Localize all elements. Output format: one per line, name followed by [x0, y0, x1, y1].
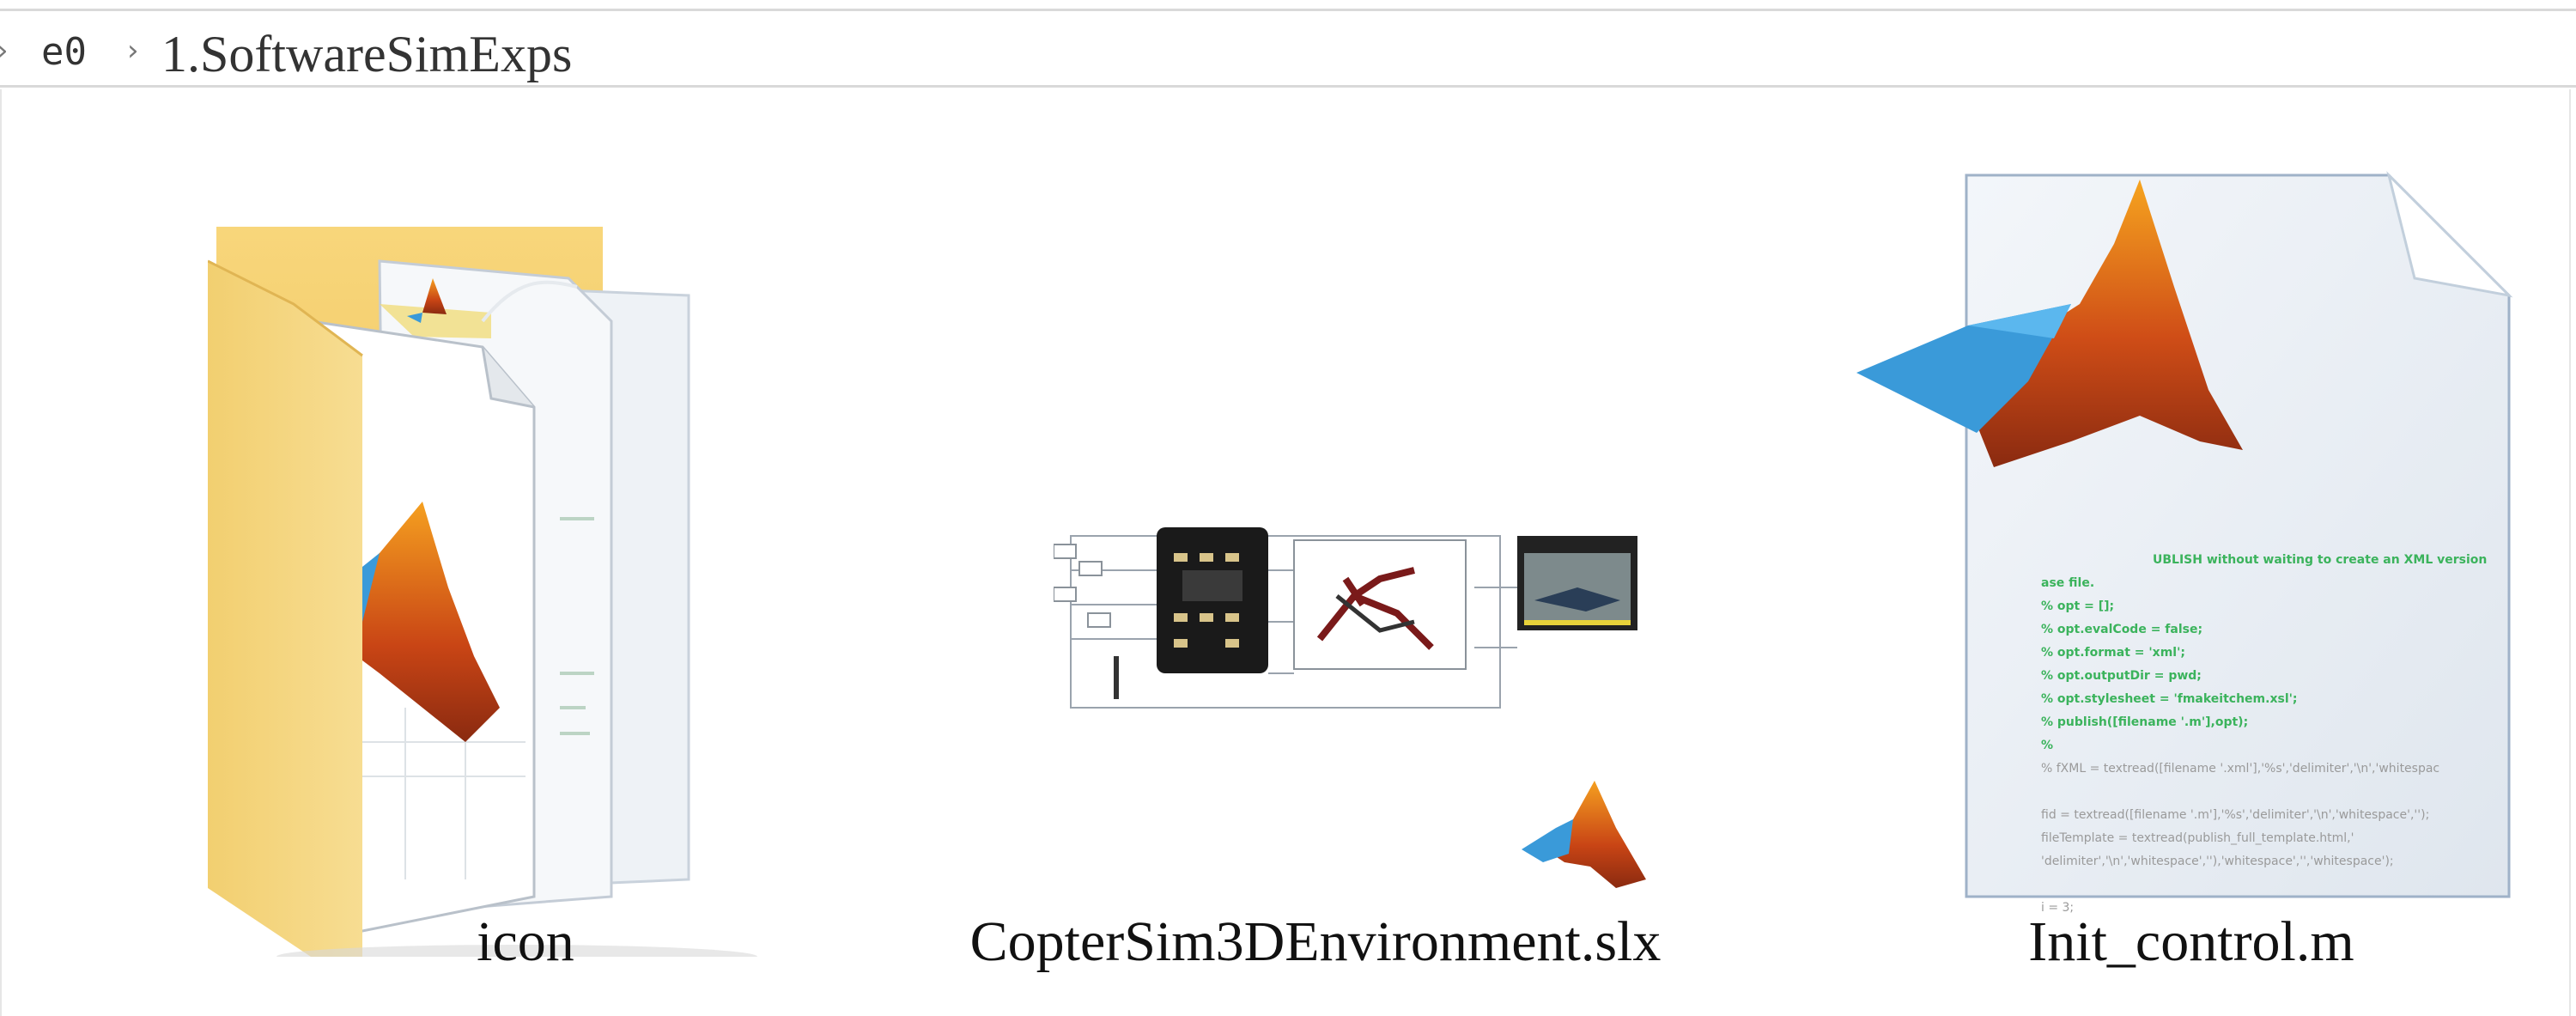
chevron-right-icon[interactable]: ›	[0, 33, 9, 68]
file-list-view: icon CopterSim3DEnvironment.slx UBLISH w…	[0, 89, 2571, 1016]
file-item-folder[interactable]: icon	[156, 141, 895, 1000]
code-line: % opt = [];	[2041, 599, 2115, 613]
breadcrumb-item[interactable]: e0	[41, 30, 87, 74]
code-preview: UBLISH without waiting to create an XML …	[2041, 549, 2522, 920]
matlab-logo-icon	[1522, 768, 1650, 897]
code-line: 'delimiter','\n','whitespace',''),'white…	[2041, 855, 2394, 868]
code-line: % opt.stylesheet = 'fmakeitchem.xsl';	[2041, 692, 2298, 706]
address-bar[interactable]: › e0 › 1.SoftwareSimExps	[0, 9, 2576, 88]
file-name-label: CopterSim3DEnvironment.slx	[969, 910, 1662, 973]
file-name-label: icon	[477, 910, 574, 973]
chevron-right-icon[interactable]: ›	[127, 33, 139, 68]
code-line: %	[2041, 739, 2054, 752]
breadcrumb-current[interactable]: 1.SoftwareSimExps	[161, 25, 572, 84]
file-item-matlab-script[interactable]: UBLISH without waiting to create an XML …	[1822, 141, 2561, 1000]
matlab-script-icon: UBLISH without waiting to create an XML …	[1856, 158, 2561, 915]
matlab-folder-icon	[208, 227, 878, 957]
code-line: UBLISH without waiting to create an XML …	[2153, 553, 2488, 567]
code-line: % publish([filename '.m'],opt);	[2041, 715, 2249, 729]
code-line: % opt.outputDir = pwd;	[2041, 669, 2202, 683]
file-name-label: Init_control.m	[2028, 910, 2354, 973]
code-line: % fXML = textread([filename '.xml'],'%s'…	[2041, 762, 2440, 776]
code-line: % opt.evalCode = false;	[2041, 623, 2203, 636]
code-line: % opt.format = 'xml';	[2041, 646, 2185, 660]
code-line: fid = textread([filename '.m'],'%s','del…	[2041, 808, 2430, 822]
code-line: ase file.	[2041, 576, 2095, 590]
file-item-simulink-model[interactable]: CopterSim3DEnvironment.slx	[929, 141, 1702, 1000]
code-line: fileTemplate = textread(publish_full_tem…	[2041, 831, 2354, 845]
